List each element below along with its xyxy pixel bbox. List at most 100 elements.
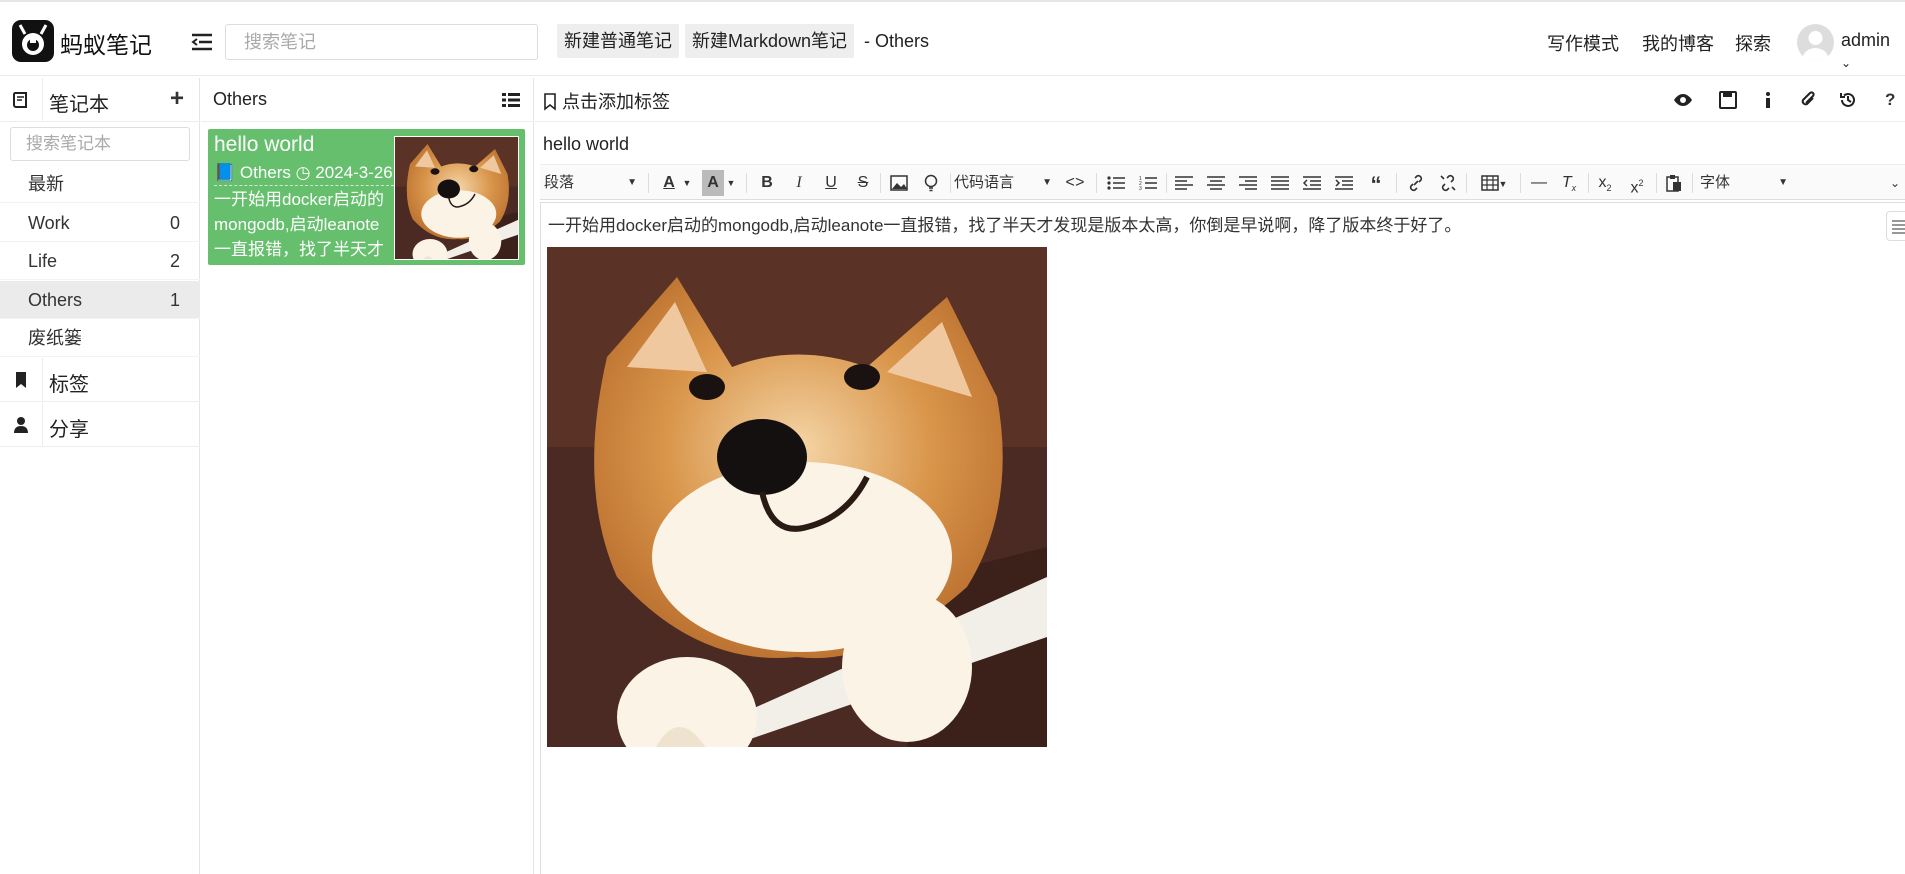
add-tag-label: 点击添加标签 bbox=[562, 92, 671, 112]
search-notes-input[interactable] bbox=[225, 24, 538, 60]
background-color-dropdown-icon[interactable]: ▼ bbox=[724, 170, 738, 196]
top-header: 蚂蚁笔记 新建普通笔记 新建Markdown笔记 - Others 写作模式 我… bbox=[0, 0, 1905, 76]
book-icon: 📘 bbox=[214, 163, 236, 182]
sidebar-toggle-hamburger-icon[interactable] bbox=[190, 30, 214, 54]
note-title-input[interactable] bbox=[543, 126, 1883, 162]
content-paragraph: 一开始用docker启动的mongodb,启动leanote一直报错，找了半天才… bbox=[548, 216, 1462, 235]
insert-image-icon[interactable] bbox=[888, 170, 910, 196]
font-color-icon[interactable]: A bbox=[658, 170, 680, 196]
background-color-icon[interactable]: A bbox=[702, 170, 724, 196]
note-item-desc: 一开始用docker启动的mongodb,启动leanote一直报错，找了半天才 bbox=[214, 190, 385, 259]
unlink-icon[interactable] bbox=[1436, 170, 1460, 196]
note-item-title: hello world bbox=[214, 133, 315, 156]
ant-logo-icon bbox=[18, 24, 48, 55]
history-icon[interactable] bbox=[1838, 90, 1858, 110]
italic-icon[interactable]: I bbox=[788, 170, 810, 196]
note-count: 0 bbox=[169, 213, 180, 233]
avatar[interactable] bbox=[1797, 24, 1834, 61]
note-count: 1 bbox=[169, 290, 180, 310]
tags-header[interactable]: 标签 bbox=[0, 358, 200, 402]
horizontal-rule-icon[interactable]: — bbox=[1526, 170, 1552, 196]
default-avatar-icon bbox=[1802, 31, 1829, 61]
subscript-icon[interactable]: x2 bbox=[1592, 170, 1618, 196]
attachment-icon[interactable] bbox=[1798, 90, 1818, 110]
note-thumbnail-image bbox=[394, 136, 519, 260]
add-tag-button[interactable]: 点击添加标签 bbox=[543, 88, 670, 114]
tags-label: 标签 bbox=[49, 374, 89, 396]
insert-link-icon[interactable] bbox=[1404, 170, 1428, 196]
notebooks-header[interactable]: 笔记本 + bbox=[0, 78, 200, 122]
left-sidebar: 笔记本 + 最新 Work 0 Life 2 Others 1 废纸篓 标签 分… bbox=[0, 78, 200, 874]
current-notebook-breadcrumb: - Others bbox=[864, 31, 930, 51]
bookmark-outline-icon bbox=[544, 93, 556, 111]
lightbulb-icon[interactable] bbox=[920, 170, 942, 196]
underline-icon[interactable]: U bbox=[820, 170, 842, 196]
align-left-icon[interactable] bbox=[1172, 170, 1196, 196]
font-color-dropdown-icon[interactable]: ▼ bbox=[680, 170, 694, 196]
bullet-list-icon[interactable] bbox=[1104, 170, 1128, 196]
write-mode-link[interactable]: 写作模式 bbox=[1547, 30, 1619, 56]
tag-bar: 点击添加标签 ? bbox=[535, 78, 1905, 122]
note-editor: 点击添加标签 ? 段落▼ A ▼ A ▼ B I bbox=[535, 78, 1905, 874]
share-header[interactable]: 分享 bbox=[0, 403, 200, 447]
align-center-icon[interactable] bbox=[1204, 170, 1228, 196]
note-item-notebook: Others bbox=[239, 163, 291, 182]
toolbar-expand-chevron-icon[interactable]: ⌄ bbox=[1885, 170, 1905, 196]
my-blog-link[interactable]: 我的博客 bbox=[1642, 30, 1714, 56]
clear-format-icon[interactable]: Tx bbox=[1556, 170, 1582, 196]
outline-toggle-icon[interactable] bbox=[1886, 211, 1905, 241]
note-list-panel: Others hello world 📘 Others ◷ 2024-3-26 … bbox=[201, 78, 534, 874]
info-icon[interactable] bbox=[1758, 90, 1778, 110]
notebooks-label: 笔记本 bbox=[49, 94, 109, 116]
note-list-item[interactable]: hello world 📘 Others ◷ 2024-3-26 一开始用doc… bbox=[208, 129, 525, 265]
editor-toolbar: 段落 ▼ A ▼ A ▼ B I U S 代码语言 ▼ <> 123 “ ▼ —… bbox=[540, 164, 1905, 200]
shiba-dog-image bbox=[547, 247, 1047, 747]
insert-table-icon[interactable]: ▼ bbox=[1474, 170, 1514, 196]
blockquote-icon[interactable]: “ bbox=[1364, 170, 1388, 197]
shiba-dog-image bbox=[395, 137, 519, 260]
user-menu[interactable]: admin ⌄ bbox=[1841, 30, 1905, 72]
note-count: 2 bbox=[169, 251, 180, 271]
user-icon bbox=[14, 417, 28, 433]
book-icon bbox=[12, 92, 27, 108]
clock-icon: ◷ bbox=[295, 163, 311, 182]
superscript-icon[interactable]: x2 bbox=[1624, 170, 1650, 196]
search-notebook-input[interactable] bbox=[10, 127, 190, 161]
paste-icon[interactable] bbox=[1662, 170, 1686, 196]
paragraph-format-select[interactable]: 段落 ▼ bbox=[544, 170, 639, 196]
numbered-list-icon[interactable]: 123 bbox=[1136, 170, 1160, 196]
save-icon[interactable] bbox=[1718, 90, 1738, 110]
note-list-header: Others bbox=[201, 78, 534, 122]
add-notebook-plus-icon[interactable]: + bbox=[170, 85, 184, 113]
new-markdown-note-button[interactable]: 新建Markdown笔记 bbox=[685, 24, 855, 58]
list-view-icon[interactable] bbox=[502, 91, 520, 109]
content-image[interactable] bbox=[547, 247, 1047, 747]
sidebar-item-work[interactable]: Work 0 bbox=[0, 204, 200, 242]
indent-icon[interactable] bbox=[1332, 170, 1356, 196]
sidebar-item-others[interactable]: Others 1 bbox=[0, 281, 200, 319]
note-list-title: Others bbox=[213, 89, 268, 109]
strikethrough-icon[interactable]: S bbox=[852, 170, 874, 196]
align-right-icon[interactable] bbox=[1236, 170, 1260, 196]
help-icon[interactable]: ? bbox=[1885, 90, 1905, 110]
outdent-icon[interactable] bbox=[1300, 170, 1324, 196]
code-language-select[interactable]: 代码语言 ▼ bbox=[954, 170, 1054, 196]
sidebar-item-trash[interactable]: 废纸篓 bbox=[0, 319, 200, 357]
code-icon[interactable]: <> bbox=[1062, 170, 1088, 196]
new-normal-note-button[interactable]: 新建普通笔记 bbox=[557, 24, 679, 58]
font-family-select[interactable]: 字体 ▼ bbox=[1700, 170, 1790, 196]
bookmark-icon bbox=[16, 372, 26, 388]
preview-eye-icon[interactable] bbox=[1673, 90, 1693, 110]
note-item-meta: 📘 Others ◷ 2024-3-26 bbox=[214, 163, 394, 186]
bold-icon[interactable]: B bbox=[756, 170, 778, 196]
svg-text:3: 3 bbox=[1139, 186, 1142, 191]
editor-content-area[interactable]: 一开始用docker启动的mongodb,启动leanote一直报错，找了半天才… bbox=[540, 202, 1905, 874]
align-justify-icon[interactable] bbox=[1268, 170, 1292, 196]
app-logo[interactable] bbox=[12, 20, 54, 62]
share-label: 分享 bbox=[49, 419, 89, 441]
note-item-date: 2024-3-26 bbox=[315, 163, 393, 182]
sidebar-item-latest[interactable]: 最新 bbox=[0, 165, 200, 203]
explore-link[interactable]: 探索 bbox=[1735, 30, 1771, 56]
sidebar-item-life[interactable]: Life 2 bbox=[0, 242, 200, 280]
chevron-down-icon: ⌄ bbox=[1841, 56, 1852, 70]
